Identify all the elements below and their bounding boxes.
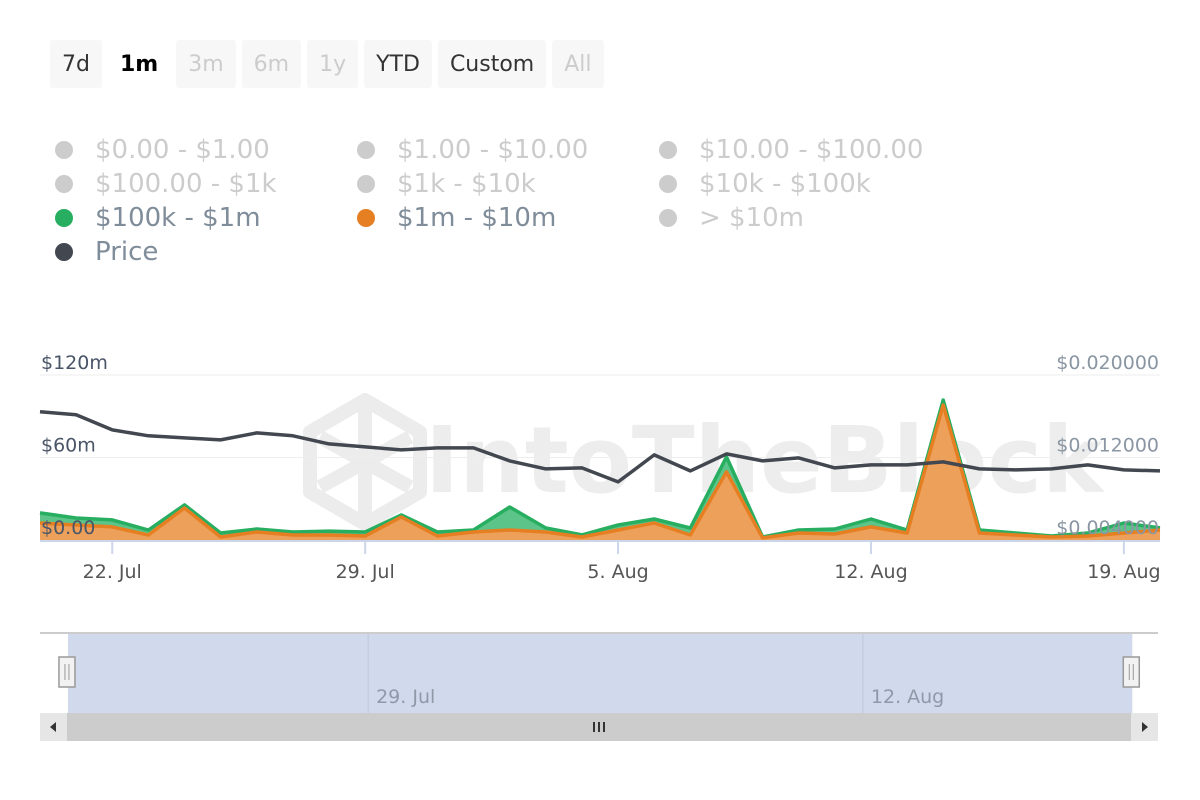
data-point[interactable] [941,403,945,407]
data-point[interactable] [1013,531,1017,535]
data-point[interactable] [146,533,150,537]
data-point[interactable] [435,534,439,538]
y-right-tick-label: $0.020000 [1056,352,1159,374]
watermark-logo-icon [303,393,427,531]
data-point[interactable] [472,528,476,532]
data-point[interactable] [146,528,150,532]
data-point[interactable] [363,534,367,538]
y-right-tick-label: $0.012000 [1056,435,1159,457]
x-tick-label: 29. Jul [336,561,395,583]
data-point[interactable] [219,535,223,539]
data-point[interactable] [797,528,801,532]
data-point[interactable] [327,533,331,537]
handle-body[interactable] [58,656,76,688]
data-point[interactable] [183,503,187,507]
data-point[interactable] [905,528,909,532]
x-tick-label: 5. Aug [587,561,648,583]
navigator-left-handle[interactable] [58,656,76,688]
x-tick-label: 19. Aug [1087,561,1160,583]
data-point[interactable] [833,527,837,531]
data-point[interactable] [724,470,728,474]
y-left-tick-label: $0.00 [41,517,95,539]
data-point[interactable] [291,530,295,534]
data-point[interactable] [688,533,692,537]
data-point[interactable] [761,535,765,539]
data-point[interactable] [833,532,837,536]
data-point[interactable] [399,513,403,517]
data-point[interactable] [688,526,692,530]
y-left-tick-label: $120m [41,352,108,374]
data-point[interactable] [941,398,945,402]
x-tick-label: 12. Aug [834,561,907,583]
data-point[interactable] [869,525,873,529]
chart-area: IntoTheBlock $0.00$60m$120m$0.004000$0.0… [38,352,1161,741]
scroll-right-button[interactable] [1131,713,1158,741]
navigator-tick-label: 29. Jul [376,686,435,708]
handle-body[interactable] [1122,656,1141,688]
navigator-right-handle[interactable] [1122,656,1141,688]
scroll-left-button[interactable] [40,713,67,741]
data-point[interactable] [652,517,656,521]
data-point[interactable] [327,529,331,533]
data-point[interactable] [544,526,548,530]
navigator-selection[interactable] [67,634,1133,713]
data-point[interactable] [977,528,981,532]
data-point[interactable] [435,530,439,534]
data-point[interactable] [110,518,114,522]
data-point[interactable] [616,528,620,532]
data-point[interactable] [580,533,584,537]
data-point[interactable] [869,517,873,521]
data-point[interactable] [544,530,548,534]
data-point[interactable] [110,525,114,529]
data-point[interactable] [219,531,223,535]
y-left-tick-label: $60m [41,435,96,457]
data-point[interactable] [363,530,367,534]
x-tick-label: 22. Jul [83,561,142,583]
y-right-tick-label: $0.004000 [1056,517,1159,539]
data-point[interactable] [255,527,259,531]
data-point[interactable] [508,528,512,532]
navigator-tick-label: 12. Aug [871,686,944,708]
data-point[interactable] [616,523,620,527]
data-point[interactable] [652,521,656,525]
data-point[interactable] [1050,534,1054,538]
data-point[interactable] [508,505,512,509]
data-point[interactable] [38,511,42,515]
